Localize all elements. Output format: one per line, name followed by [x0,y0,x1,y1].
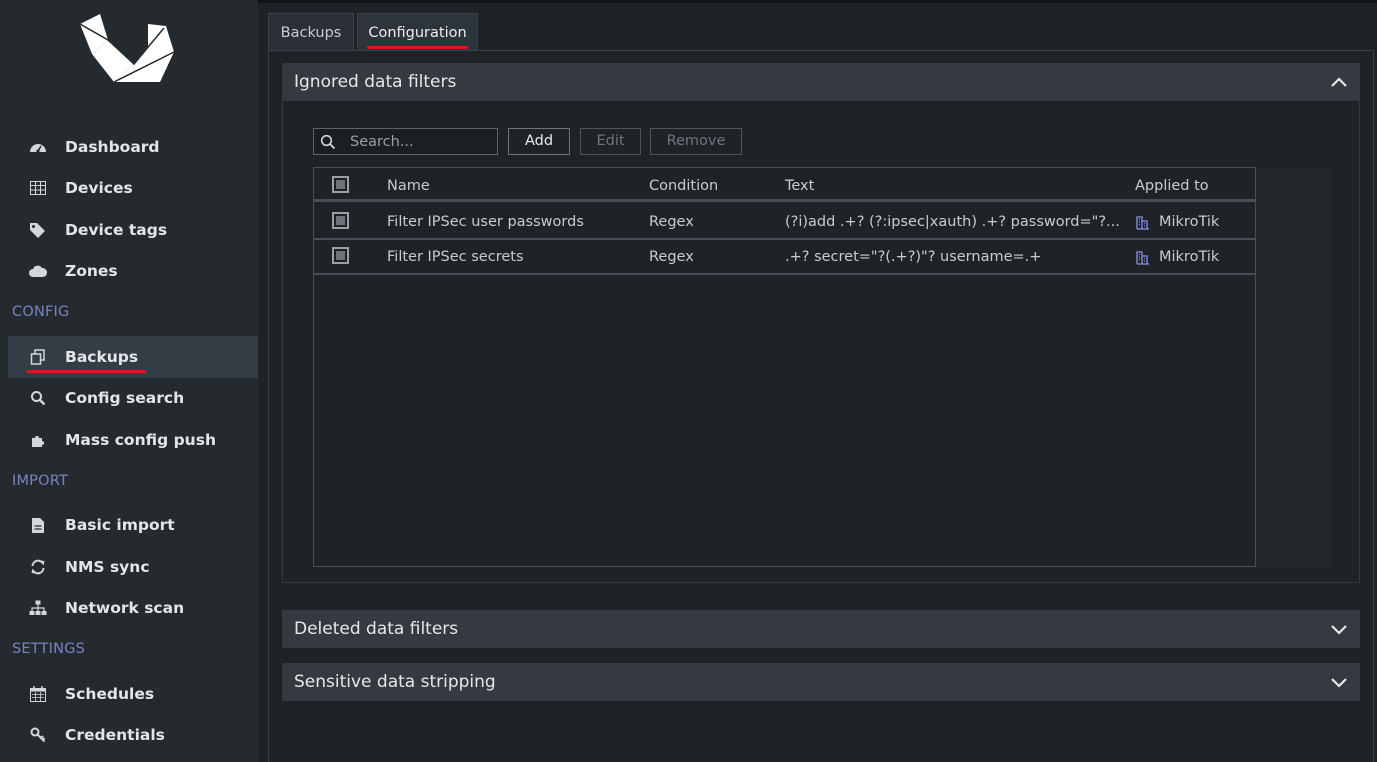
sidebar-item-zones[interactable]: Zones [8,250,258,292]
sync-icon [28,558,48,576]
row-checkbox[interactable] [332,212,349,229]
main-content: Backups Configuration Ignored data filte… [268,3,1374,762]
sidebar-item-mass-config-push[interactable]: Mass config push [8,419,258,461]
column-header-name[interactable]: Name [387,178,430,194]
row-text: (?i)add .+? (?:ipsec|xauth) .+? password… [785,214,1120,230]
section-settings: SETTINGS [12,641,85,657]
calendar-icon [28,685,48,703]
applied-label: MikroTik [1159,214,1220,230]
table-scroll-area [1256,167,1331,567]
panel-ignored-data-filters: Ignored data filters Add Edit Remove Nam… [282,63,1360,583]
row-checkbox[interactable] [332,247,349,264]
vendor-icon [1136,251,1149,265]
edit-button[interactable]: Edit [580,128,641,155]
sidebar-item-label: Network scan [65,599,185,617]
row-name: Filter IPSec secrets [387,249,524,265]
sidebar-item-credentials[interactable]: Credentials [8,714,258,756]
puzzle-icon [28,431,48,449]
sidebar-item-schedules[interactable]: Schedules [8,673,258,715]
sidebar-item-device-tags[interactable]: Device tags [8,209,258,251]
row-applied-to: MikroTik [1135,214,1219,230]
sidebar-item-label: Dashboard [65,138,160,156]
sidebar-item-label: Device tags [65,221,168,239]
applied-label: MikroTik [1159,249,1220,265]
sidebar-item-label: Mass config push [65,431,216,449]
dashboard-icon [28,138,48,156]
column-header-applied-to[interactable]: Applied to [1135,178,1209,194]
row-text: .+? secret="?(.+?)"? username=.+ [785,249,1042,265]
chevron-up-icon[interactable] [1330,76,1348,88]
sidebar: Dashboard Devices Device tags Zones CONF… [0,0,258,762]
column-header-text[interactable]: Text [785,178,814,194]
sidebar-item-label: Basic import [65,516,175,534]
panel-title: Deleted data filters [294,619,459,639]
table-row[interactable]: Filter IPSec secrets Regex .+? secret="?… [314,240,1255,275]
select-all-checkbox[interactable] [332,176,349,193]
cloud-icon [28,262,48,280]
remove-button[interactable]: Remove [650,128,742,155]
vendor-icon [1136,216,1149,230]
column-header-condition[interactable]: Condition [649,178,718,194]
tab-backups[interactable]: Backups [268,13,354,51]
filters-table: Name Condition Text Applied to Filter IP… [313,167,1256,567]
row-condition: Regex [649,249,694,265]
sidebar-item-dashboard[interactable]: Dashboard [8,126,258,168]
sidebar-item-network-scan[interactable]: Network scan [8,587,258,629]
panel-title: Ignored data filters [294,72,457,92]
file-icon [28,516,48,534]
row-condition: Regex [649,214,694,230]
panel-header[interactable]: Sensitive data stripping [282,663,1360,701]
section-config: CONFIG [12,304,70,320]
chevron-down-icon[interactable] [1330,676,1348,688]
sidebar-item-label: Credentials [65,726,165,744]
table-header: Name Condition Text Applied to [314,168,1255,202]
add-button[interactable]: Add [508,128,570,155]
chevron-down-icon[interactable] [1330,623,1348,635]
row-applied-to: MikroTik [1135,249,1219,265]
sitemap-icon [28,599,48,617]
tab-label: Backups [280,25,342,41]
sidebar-item-devices[interactable]: Devices [8,167,258,209]
key-icon [28,726,48,744]
sidebar-item-label: Zones [65,262,118,280]
tags-icon [28,221,48,239]
search-input[interactable] [342,133,492,150]
search-icon [314,134,342,150]
panel-sensitive-data-stripping: Sensitive data stripping [282,663,1360,701]
sidebar-item-label: Config search [65,389,185,407]
table-row[interactable]: Filter IPSec user passwords Regex (?i)ad… [314,205,1255,240]
search-box [313,128,498,155]
tab-content: Ignored data filters Add Edit Remove Nam… [268,50,1374,762]
sidebar-item-nms-sync[interactable]: NMS sync [8,546,258,588]
row-name: Filter IPSec user passwords [387,214,584,230]
active-tab-underline [367,46,468,49]
sidebar-item-label: Schedules [65,685,155,703]
sidebar-item-config-search[interactable]: Config search [8,377,258,419]
panel-deleted-data-filters: Deleted data filters [282,610,1360,648]
tab-configuration[interactable]: Configuration [357,13,478,51]
sidebar-item-backups[interactable]: Backups [8,336,258,378]
logo-icon [79,14,175,83]
sidebar-item-label: Devices [65,179,133,197]
panel-header[interactable]: Deleted data filters [282,610,1360,648]
copy-icon [28,348,48,366]
table-icon [28,179,48,197]
search-icon [28,389,48,407]
section-import: IMPORT [12,473,69,489]
active-underline [26,370,146,373]
panel-body: Add Edit Remove Name Condition Text Appl… [282,101,1360,583]
panel-title: Sensitive data stripping [294,672,496,692]
sidebar-item-basic-import[interactable]: Basic import [8,504,258,546]
sidebar-item-label: NMS sync [65,558,150,576]
tab-label: Configuration [368,25,467,41]
panel-header[interactable]: Ignored data filters [282,63,1360,101]
